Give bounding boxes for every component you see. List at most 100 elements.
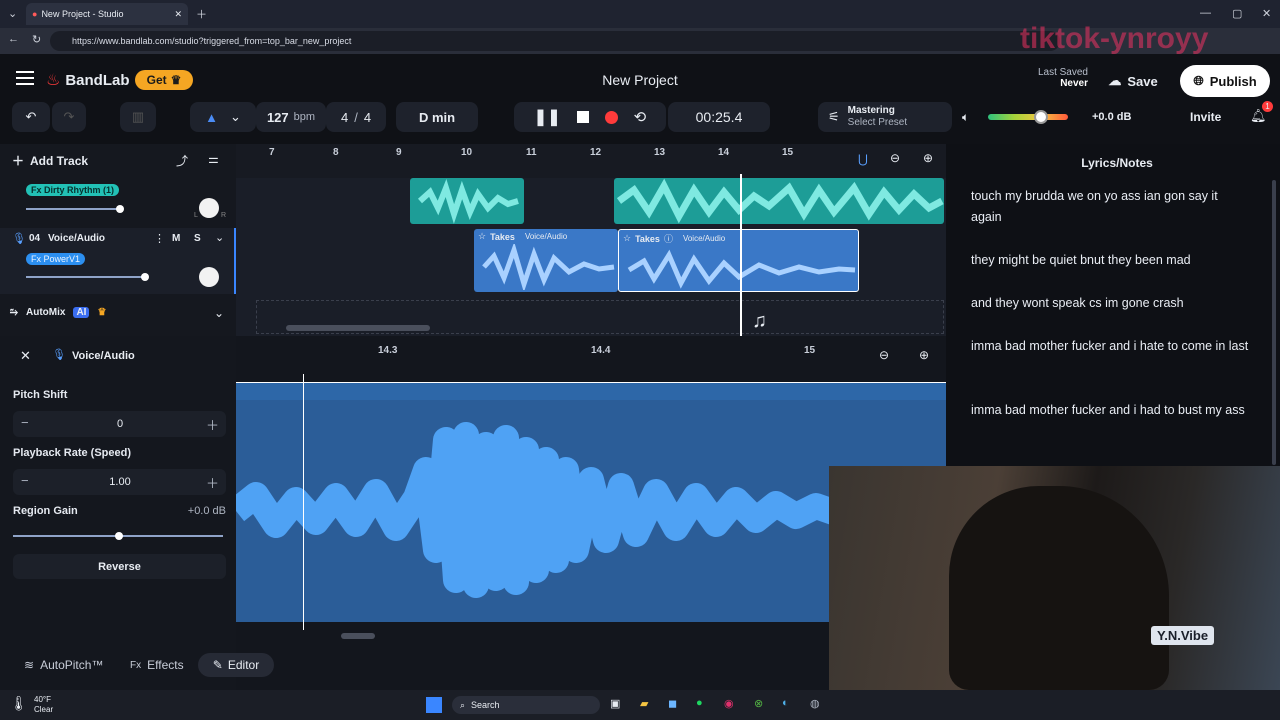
more-options-icon[interactable]: ⋮ <box>154 232 165 245</box>
audio-region[interactable] <box>410 178 524 224</box>
zoom-in-icon[interactable]: ⊕ <box>923 151 933 165</box>
audio-region[interactable] <box>614 178 944 224</box>
record-icon[interactable] <box>604 110 618 124</box>
region-header[interactable] <box>236 382 946 400</box>
editor-scrollbar[interactable] <box>341 633 375 639</box>
playhead[interactable] <box>740 174 742 336</box>
music-note-icon[interactable]: ♫ <box>752 310 767 333</box>
track3-pan-knob[interactable] <box>199 198 219 218</box>
tab-effects[interactable]: Fx Effects <box>130 658 184 672</box>
steam-icon[interactable]: ◍ <box>810 697 820 710</box>
reverse-button[interactable]: Reverse <box>13 554 226 579</box>
track3-volume-slider[interactable] <box>26 208 120 210</box>
weather-widget[interactable]: 40°F Clear <box>34 695 53 715</box>
master-volume-slider[interactable] <box>988 114 1068 120</box>
redo-button[interactable]: ↷ <box>52 102 86 132</box>
zoom-in-icon[interactable]: ⊕ <box>919 348 929 362</box>
pitch-shift-value[interactable]: 0 <box>100 418 140 430</box>
zoom-out-icon[interactable]: ⊖ <box>879 348 889 362</box>
track4-volume-handle[interactable] <box>141 273 149 281</box>
weather-icon[interactable]: 🌡︎ <box>10 695 28 712</box>
track3-fx-badge[interactable]: Fx Dirty Rhythm (1) <box>26 180 120 198</box>
file-explorer-icon[interactable]: ▰ <box>640 697 648 710</box>
tab-autopitch[interactable]: ≋ AutoPitch™ <box>24 658 103 672</box>
plus-icon: ＋ <box>12 154 25 168</box>
horizontal-scrollbar[interactable] <box>286 325 430 331</box>
tab-editor[interactable]: ✎ Editor <box>198 653 274 677</box>
lyric-line[interactable]: imma bad mother fucker and i had to bust… <box>971 400 1251 421</box>
minus-icon[interactable]: − <box>21 415 29 430</box>
track4-name[interactable]: Voice/Audio <box>48 233 105 244</box>
menu-icon[interactable] <box>16 71 34 85</box>
playback-rate-value[interactable]: 1.00 <box>100 476 140 488</box>
master-volume-handle[interactable] <box>1034 110 1048 124</box>
lyric-line[interactable]: imma bad mother fucker and i hate to com… <box>971 336 1251 357</box>
mute-button[interactable]: M <box>172 233 180 244</box>
instagram-icon[interactable]: ◉ <box>724 697 734 710</box>
solo-button[interactable]: S <box>194 233 201 244</box>
taskbar-search[interactable]: ⌕ Search <box>452 696 600 714</box>
region-gain-handle[interactable] <box>115 532 123 540</box>
track4-fx-badge[interactable]: Fx PowerV1 <box>26 249 86 267</box>
publish-button[interactable]: 🌐︎ Publish <box>1180 65 1270 97</box>
take-region[interactable]: ☆ Takes Voice/Audio <box>474 229 618 293</box>
pause-icon[interactable]: ❚❚ <box>534 107 561 127</box>
lyrics-scrollbar[interactable] <box>1272 180 1276 465</box>
task-view-icon[interactable]: ▣ <box>610 697 620 710</box>
chevron-down-icon[interactable]: ⌄ <box>215 231 224 244</box>
snap-magnet-icon[interactable]: ⋃ <box>858 152 868 166</box>
track4-pan-knob[interactable] <box>199 267 219 287</box>
lyric-line[interactable]: touch my brudda we on yo ass ian gon say… <box>971 186 1251 228</box>
loop-icon[interactable]: ⟲ <box>634 108 647 126</box>
key-selector[interactable]: D min <box>396 102 478 132</box>
tempo-field[interactable]: 127 bpm <box>256 102 326 132</box>
zoom-out-icon[interactable]: ⊖ <box>890 151 900 165</box>
brand-logo[interactable]: ♨ BandLab <box>46 70 130 90</box>
window-close-icon[interactable]: ✕ <box>1262 7 1271 20</box>
get-membership-button[interactable]: Get ♛ <box>135 70 193 90</box>
new-tab-icon[interactable]: ＋ <box>196 6 207 22</box>
tab-list-icon[interactable]: ⌄ <box>8 7 17 20</box>
browser-tab[interactable]: ● New Project - Studio ✕ <box>26 3 188 25</box>
mastering-preset: Select Preset <box>847 117 908 128</box>
plus-icon[interactable]: ＋ <box>206 415 219 434</box>
undo-button[interactable]: ↶ <box>12 102 50 132</box>
url-field[interactable]: https://www.bandlab.com/studio?triggered… <box>50 31 1060 51</box>
automation-icon[interactable]: ⤴ <box>176 152 188 169</box>
lyric-line[interactable]: and they wont speak cs im gone crash <box>971 293 1251 314</box>
edge-icon[interactable]: ◐ <box>782 697 789 709</box>
chevron-down-icon[interactable]: ⌄ <box>214 306 224 320</box>
stop-icon[interactable] <box>576 111 589 123</box>
store-icon[interactable]: ◼ <box>668 697 677 710</box>
minimize-icon[interactable]: — <box>1200 7 1211 19</box>
take-region-selected[interactable]: ☆ Takes ⓘ Voice/Audio <box>618 229 859 292</box>
lyric-line[interactable]: they might be quiet bnut they been mad <box>971 250 1251 271</box>
mixer-button[interactable]: ▥ <box>120 102 156 132</box>
back-icon[interactable]: ← <box>8 33 19 45</box>
track4-volume-slider[interactable] <box>26 276 146 278</box>
timeline-ruler[interactable]: 7 8 9 10 11 12 13 14 15 <box>236 144 946 178</box>
automix-row[interactable]: ⥲ AutoMix AI ♛ <box>10 307 106 318</box>
reload-icon[interactable]: ↻ <box>32 33 41 46</box>
project-title[interactable]: New Project <box>520 72 760 88</box>
editor-playhead[interactable] <box>303 374 304 630</box>
track-settings-icon[interactable]: ⚌ <box>208 152 219 166</box>
minus-icon[interactable]: − <box>21 473 29 488</box>
close-icon[interactable]: ✕ <box>20 348 31 364</box>
editor-ruler[interactable]: 14.3 14.4 15 <box>236 336 946 382</box>
spotify-icon[interactable]: ● <box>696 697 703 709</box>
info-icon: ⓘ <box>663 234 673 244</box>
speaker-icon[interactable]: 🔈︎ <box>962 110 969 125</box>
mastering-button[interactable]: ⚟ Mastering Select Preset <box>818 102 952 132</box>
xbox-icon[interactable]: ⊗ <box>754 697 763 710</box>
plus-icon[interactable]: ＋ <box>206 473 219 492</box>
track3-volume-handle[interactable] <box>116 205 124 213</box>
time-signature-field[interactable]: 4 / 4 <box>326 102 386 132</box>
save-button[interactable]: ☁ Save <box>1096 66 1170 96</box>
invite-button[interactable]: Invite <box>1190 110 1221 124</box>
tab-close-icon[interactable]: ✕ <box>174 9 182 20</box>
windows-start-icon[interactable] <box>426 697 442 713</box>
maximize-icon[interactable]: ▢ <box>1232 7 1242 20</box>
add-track-button[interactable]: ＋ Add Track <box>12 152 88 169</box>
metronome-button[interactable]: ▲ ⌄ <box>190 102 256 132</box>
